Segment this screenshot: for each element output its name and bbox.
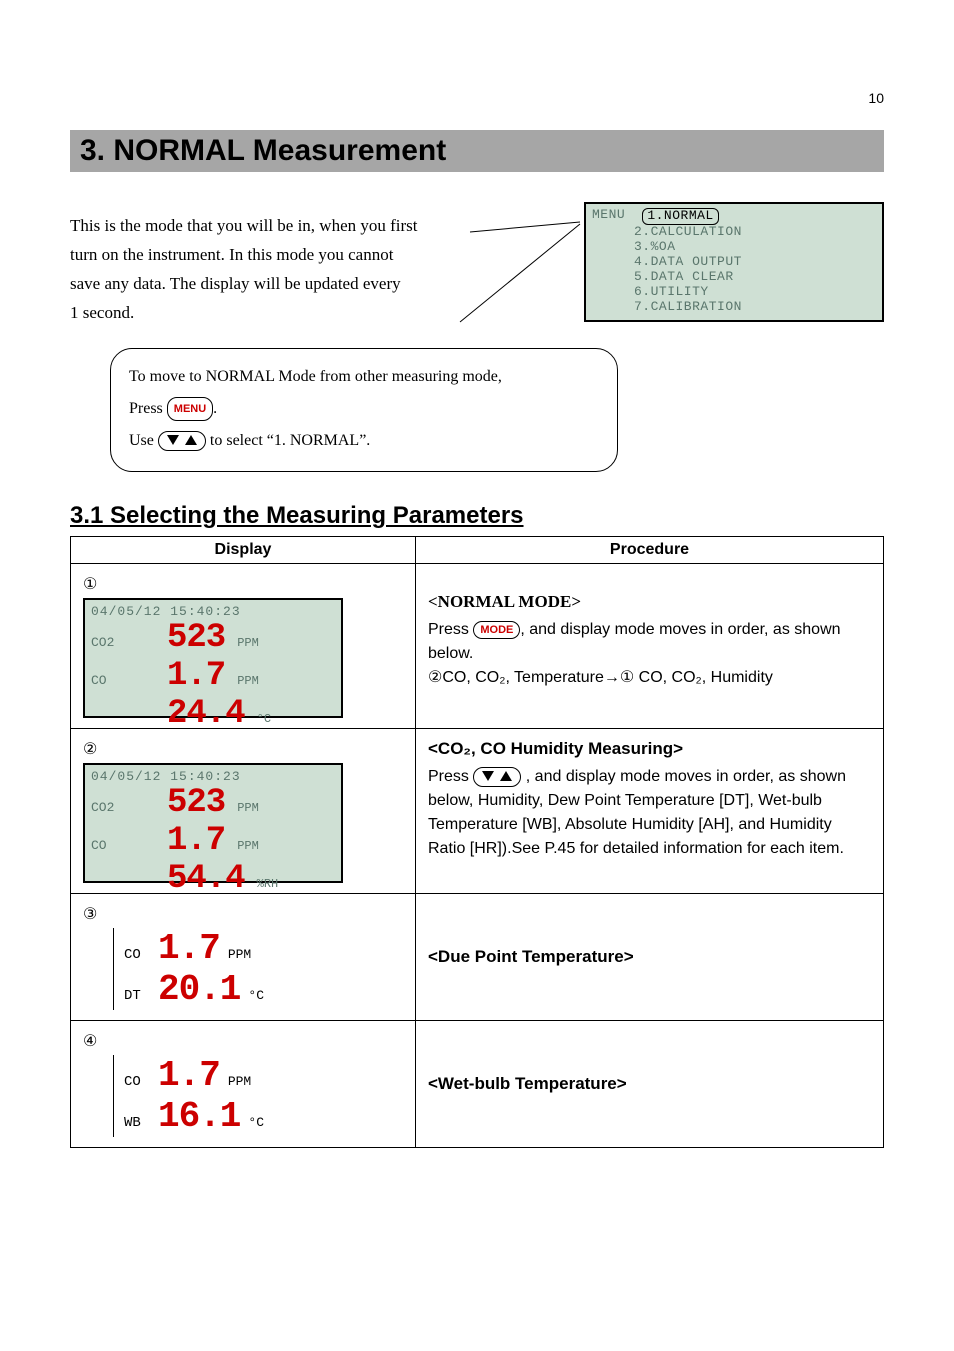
lcd1-l3-value: 24.4 (167, 695, 245, 733)
menu-item-4: 5.DATA CLEAR (634, 269, 734, 284)
section-heading: 3. NORMAL Measurement (70, 130, 884, 172)
lcd1-l1-label: CO2 (91, 635, 131, 650)
menu-button-icon: MENU (167, 397, 213, 421)
lcd2-timestamp: 04/05/12 15:40:23 (91, 769, 335, 784)
lcd4-l2-value: 16.1 (158, 1096, 240, 1137)
lcd2-l2-unit: PPM (237, 839, 259, 853)
lcd2-l1-unit: PPM (237, 801, 259, 815)
lcd2-l1-label: CO2 (91, 800, 131, 815)
table-row: ② 04/05/12 15:40:23 CO2523PPM CO1.7PPM 5… (71, 729, 884, 894)
intro-line0: This is the mode that you will be in, wh… (70, 216, 418, 235)
procedure-table: Display Procedure ① 04/05/12 15:40:23 CO… (70, 536, 884, 1148)
table-row: ① 04/05/12 15:40:23 CO2523PPM CO1.7PPM 2… (71, 564, 884, 729)
intro-line2: save any data. The display will be updat… (70, 274, 401, 293)
row4-title: <Wet-bulb Temperature> (428, 1074, 871, 1094)
lcd2-l1-value: 523 (167, 784, 225, 822)
down-up-button-icon (473, 767, 521, 787)
intro-text: This is the mode that you will be in, wh… (70, 212, 470, 328)
lcd3-l2-unit: °C (248, 988, 264, 1003)
lcd1-l1-unit: PPM (237, 636, 259, 650)
lcd2-l2-value: 1.7 (167, 822, 225, 860)
lcd4-l1-value: 1.7 (158, 1055, 220, 1096)
row1-cycle: ②CO, CO₂, Temperature→① CO, CO₂, Humidit… (428, 669, 773, 686)
lcd-display-1: 04/05/12 15:40:23 CO2523PPM CO1.7PPM 24.… (83, 598, 343, 718)
page-number: 10 (868, 90, 884, 106)
intro-line3: 1 second. (70, 303, 134, 322)
lcd3-l1-label: CO (124, 947, 150, 963)
menu-item-3: 4.DATA OUTPUT (634, 254, 742, 269)
lcd2-l2-label: CO (91, 838, 131, 853)
callout-bubble: To move to NORMAL Mode from other measur… (110, 348, 618, 472)
menu-item-0: 1.NORMAL (642, 208, 718, 225)
lcd4-l2-unit: °C (248, 1115, 264, 1130)
row2-title: <CO₂, CO Humidity Measuring> (428, 739, 871, 759)
lcd1-l2-unit: PPM (237, 674, 259, 688)
table-row: ④ CO 1.7 PPM WB 16.1 °C <Wet-bulb Temperatur… (71, 1021, 884, 1148)
callout-line3b: to select “1. NORMAL”. (210, 432, 370, 449)
lcd-display-2: 04/05/12 15:40:23 CO2523PPM CO1.7PPM 54.… (83, 763, 343, 883)
row1-number: ① (83, 574, 97, 594)
lcd-display-3: CO 1.7 PPM DT 20.1 °C (83, 928, 343, 1010)
callout-line3a: Use (129, 432, 158, 449)
callout-line1: To move to NORMAL Mode from other measur… (129, 361, 599, 393)
menu-item-1: 2.CALCULATION (634, 224, 742, 239)
table-header-procedure: Procedure (416, 537, 884, 564)
lcd3-l2-value: 20.1 (158, 969, 240, 1010)
lcd1-l2-value: 1.7 (167, 657, 225, 695)
lcd3-l1-unit: PPM (228, 947, 251, 962)
row4-number: ④ (83, 1031, 97, 1051)
callout-line2a: Press (129, 400, 167, 417)
lcd4-l1-label: CO (124, 1074, 150, 1090)
menu-lcd-label: MENU (592, 208, 634, 223)
callout-line2b: . (213, 400, 217, 417)
lcd1-l1-value: 523 (167, 619, 225, 657)
table-header-display: Display (71, 537, 416, 564)
lcd1-l2-label: CO (91, 673, 131, 688)
lcd-display-4: CO 1.7 PPM WB 16.1 °C (83, 1055, 343, 1137)
lcd2-l3-value: 54.4 (167, 860, 245, 898)
row3-title: <Due Point Temperature> (428, 947, 871, 967)
table-row: ③ CO 1.7 PPM DT 20.1 °C <Due Point Temperatu… (71, 894, 884, 1021)
section-heading-text: 3. NORMAL Measurement (70, 130, 884, 172)
menu-item-5: 6.UTILITY (634, 284, 709, 299)
menu-item-2: 3.%OA (634, 239, 676, 254)
row2-pre: Press (428, 768, 473, 785)
lcd1-l3-unit: °C (257, 712, 271, 726)
lcd4-l1-unit: PPM (228, 1074, 251, 1089)
menu-lcd: MENU 1.NORMAL 2.CALCULATION 3.%OA 4.DATA… (584, 202, 884, 322)
mode-button-icon: MODE (473, 621, 520, 640)
lcd4-l2-label: WB (124, 1115, 150, 1131)
down-up-button-icon (158, 431, 206, 451)
intro-line1: turn on the instrument. In this mode you… (70, 245, 393, 264)
subsection-heading: 3.1 Selecting the Measuring Parameters (70, 502, 884, 530)
lcd3-l1-value: 1.7 (158, 928, 220, 969)
lcd1-timestamp: 04/05/12 15:40:23 (91, 604, 335, 619)
row1-pre: Press (428, 621, 473, 638)
lcd3-l2-label: DT (124, 988, 150, 1004)
lcd2-l3-unit: %RH (257, 877, 279, 891)
menu-item-6: 7.CALIBRATION (634, 299, 742, 314)
row3-number: ③ (83, 904, 97, 924)
row1-title: <NORMAL MODE> (428, 592, 871, 612)
row2-number: ② (83, 739, 97, 759)
